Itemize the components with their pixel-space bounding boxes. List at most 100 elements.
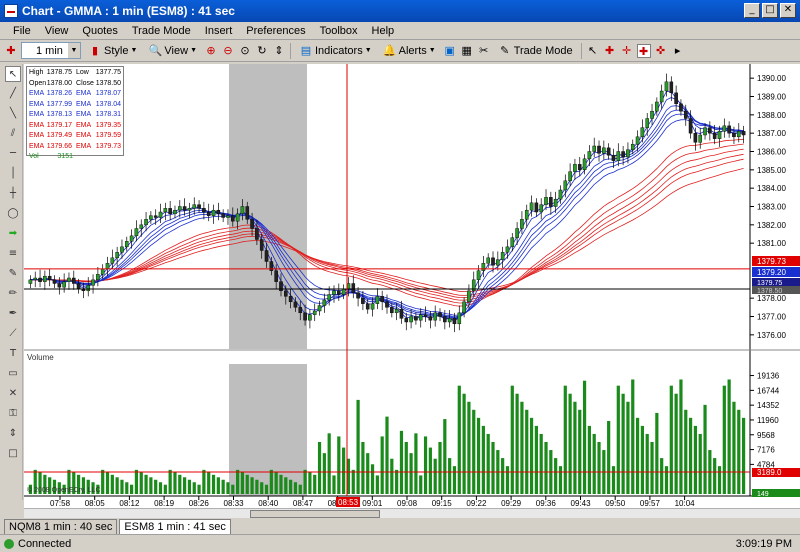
volume-bar <box>703 404 707 494</box>
menu-view[interactable]: View <box>38 25 76 37</box>
price-axis: 1390.00 1389.00 1388.00 1387.00 1386.00 1385.… <box>750 74 786 340</box>
indicators-button[interactable]: ▤ Indicators ▼ <box>295 42 376 60</box>
channel-tool-icon[interactable]: ⫽ <box>5 126 21 142</box>
menu-trade-mode[interactable]: Trade Mode <box>125 25 198 37</box>
candle-body <box>693 132 698 143</box>
alerts-button[interactable]: 🔔 Alerts ▼ <box>379 42 440 60</box>
marker-tool-icon[interactable]: ✒ <box>5 306 21 322</box>
rectangle-tool-icon[interactable]: ▭ <box>5 366 21 382</box>
volume-bar <box>732 401 736 494</box>
candle-body <box>491 257 495 266</box>
bell-icon: 🔔 <box>382 43 397 57</box>
candle-body <box>192 204 197 209</box>
maximize-button[interactable]: □ <box>762 3 778 18</box>
erase-tool-icon[interactable]: ✕ <box>5 386 21 402</box>
close-label: Close <box>76 79 94 87</box>
candle-body <box>418 314 423 321</box>
grid-icon[interactable]: ▦ <box>460 44 474 58</box>
separator <box>580 42 582 59</box>
menu-insert[interactable]: Insert <box>198 25 240 37</box>
candle-body <box>481 263 486 271</box>
volume-bar <box>317 442 322 494</box>
volume-bar <box>361 442 365 494</box>
fibonacci-tool-icon[interactable]: ≡ <box>5 246 21 262</box>
tab-nqm8[interactable]: NQM8 1 min : 40 sec <box>4 519 118 534</box>
alerts-dropdown-icon: ▼ <box>428 47 436 54</box>
volume-bar <box>655 412 659 494</box>
arrow-tool-icon[interactable]: ➡ <box>5 226 21 242</box>
text-tool-icon[interactable]: T <box>5 346 21 362</box>
frame-tool-icon[interactable]: □ <box>5 446 21 462</box>
candle-body <box>414 316 418 321</box>
volume-bar <box>380 436 384 494</box>
horizontal-scrollbar[interactable] <box>24 508 800 518</box>
candle-body <box>341 288 346 295</box>
low-value: 1377.75 <box>95 69 121 76</box>
menu-quotes[interactable]: Quotes <box>75 25 124 37</box>
volume-bar <box>582 380 587 494</box>
horizontal-line-icon[interactable]: ─ <box>5 146 21 162</box>
interval-select[interactable]: 1 min ▼ <box>21 42 81 59</box>
zoom-out-icon[interactable]: ⊖ <box>221 44 235 58</box>
candle-body <box>390 307 394 314</box>
menu-help[interactable]: Help <box>365 25 402 37</box>
refresh-icon[interactable]: ↻ <box>255 44 269 58</box>
candle-body <box>626 149 630 158</box>
more-icon[interactable]: ▸ <box>671 44 685 58</box>
volume-bar <box>587 425 591 494</box>
view-button[interactable]: 🔍 View ▼ <box>144 42 201 60</box>
volume-bar <box>399 430 404 494</box>
pointer-icon[interactable]: ↖ <box>586 44 600 58</box>
volume-bar <box>631 379 635 494</box>
trade-mode-button[interactable]: ✎ Trade Mode <box>494 42 577 60</box>
volume-bar <box>645 433 649 494</box>
menu-toolbox[interactable]: Toolbox <box>313 25 365 37</box>
separator <box>290 42 291 59</box>
lock-tool-icon[interactable]: ⚿ <box>5 406 21 422</box>
chart-area[interactable]: 1390.00 1389.00 1388.00 1387.00 1386.00 1385.… <box>24 64 800 508</box>
candle-body <box>438 312 442 317</box>
pen-tool-icon[interactable]: ✎ <box>5 266 21 282</box>
candle-body <box>129 235 134 242</box>
pointer-tool-icon[interactable]: ↖ <box>5 66 21 82</box>
chevron-down-icon: ▼ <box>68 43 80 58</box>
volume-bar <box>163 484 167 494</box>
crosshair-icon[interactable]: ✚ <box>603 44 617 58</box>
crosshair-dot-icon[interactable]: ✜ <box>654 44 668 58</box>
gann-tool-icon[interactable]: ⟋ <box>5 326 21 342</box>
vertical-line-icon[interactable]: │ <box>5 166 21 182</box>
candle-body <box>399 308 404 319</box>
candle-body <box>149 215 153 220</box>
volume-bar <box>534 425 538 494</box>
scroll-tool-icon[interactable]: ⇕ <box>5 426 21 442</box>
close-button[interactable]: ✕ <box>780 3 796 18</box>
style-button[interactable]: ▮ Style ▼ <box>84 42 141 60</box>
candle-body <box>741 131 746 136</box>
candle-body <box>577 164 582 171</box>
menu-file[interactable]: File <box>6 25 38 37</box>
order-icon[interactable]: ▣ <box>443 44 457 58</box>
minimize-button[interactable]: _ <box>744 3 760 18</box>
crosshair-selected-icon[interactable]: ✚ <box>636 43 651 58</box>
tab-esm8[interactable]: ESM8 1 min : 41 sec <box>119 519 231 534</box>
pin-icon[interactable]: ✚ <box>4 44 18 58</box>
price-tick-label: 1389.00 <box>757 93 786 102</box>
scissors-icon[interactable]: ✂ <box>477 44 491 58</box>
zoom-icon[interactable]: ⊙ <box>238 44 252 58</box>
candle-body <box>674 92 678 105</box>
gmma-chart[interactable]: 1390.00 1389.00 1388.00 1387.00 1386.00 1385.… <box>24 64 800 508</box>
ema-label: EMA <box>29 90 45 97</box>
ellipse-tool-icon[interactable]: ◯ <box>5 206 21 222</box>
zoom-in-icon[interactable]: ⊕ <box>204 44 218 58</box>
crosshair-tool-icon[interactable]: ┼ <box>5 186 21 202</box>
menu-preferences[interactable]: Preferences <box>239 25 312 37</box>
ema-label: EMA <box>29 142 45 150</box>
pencil-tool-icon[interactable]: ✏ <box>5 286 21 302</box>
ray-tool-icon[interactable]: ╲ <box>5 106 21 122</box>
scrollbar-thumb[interactable] <box>250 510 380 518</box>
crosshair-alt-icon[interactable]: ✛ <box>620 44 634 58</box>
volume-bar <box>597 442 601 494</box>
candle-body <box>553 198 558 207</box>
scroll-icon[interactable]: ⇕ <box>272 44 286 58</box>
line-tool-icon[interactable]: ╱ <box>5 86 21 102</box>
